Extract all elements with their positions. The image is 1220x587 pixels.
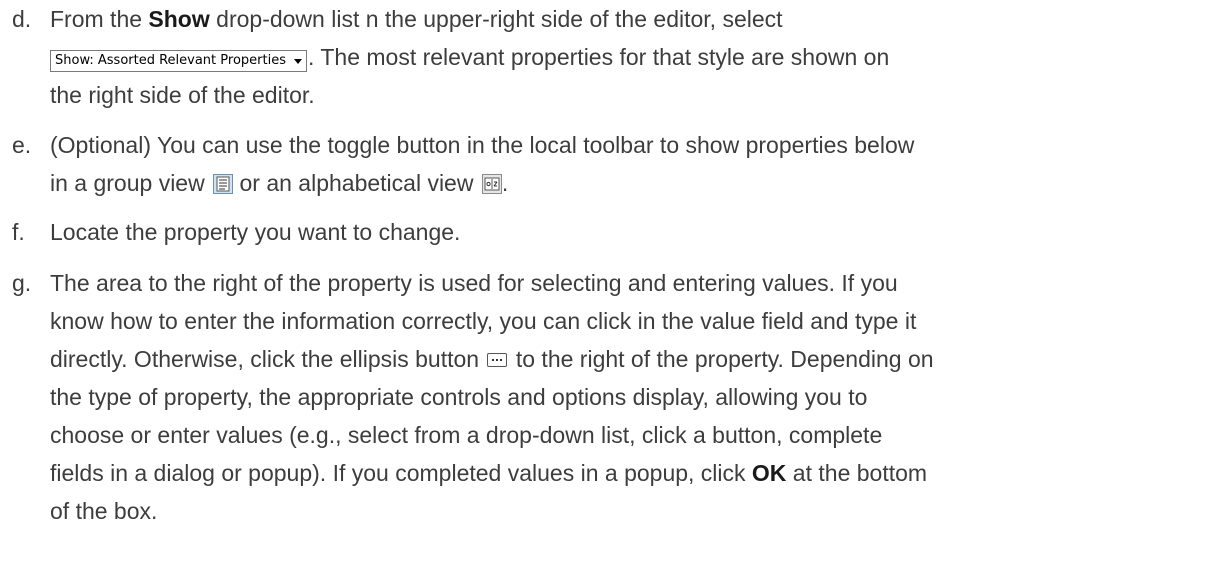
step-body: The area to the right of the property is… (50, 264, 1200, 530)
text-run: . The most relevant properties for that … (307, 44, 890, 70)
ui-term-ok: OK (751, 460, 787, 486)
alphabetical-view-icon (481, 174, 502, 194)
text-run: directly. Otherwise, click the ellipsis … (50, 346, 486, 372)
step-marker: e. (12, 132, 32, 158)
text-run: drop-down list n the upper-right side of… (209, 6, 783, 32)
step-line: From the Show drop-down list n the upper… (50, 0, 1200, 38)
step-body: (Optional) You can use the toggle button… (50, 126, 1200, 202)
step-body: From the Show drop-down list n the upper… (50, 0, 1200, 114)
ellipsis-button-icon (487, 353, 508, 367)
step-line: the type of property, the appropriate co… (50, 384, 868, 410)
step-body: Locate the property you want to change. (50, 213, 1200, 251)
show-dropdown-screenshot: Show: Assorted Relevant Properties (50, 50, 307, 72)
text-run: fields in a dialog or popup). If you com… (50, 460, 752, 486)
ui-term-show: Show (148, 6, 210, 32)
step-marker: g. (12, 270, 32, 296)
chevron-down-icon (293, 58, 302, 64)
text-run: From the (50, 6, 149, 32)
step-line: The area to the right of the property is… (50, 270, 898, 296)
step-line: the right side of the editor. (50, 82, 315, 108)
step-line: choose or enter values (e.g., select fro… (50, 422, 883, 448)
group-view-icon (213, 174, 234, 194)
step-marker: d. (12, 6, 32, 32)
text-run: at the bottom (786, 460, 928, 486)
step-line: Locate the property you want to change. (50, 219, 461, 245)
text-run: or an alphabetical view (233, 170, 480, 196)
text-run: . (501, 170, 509, 196)
step-line: fields in a dialog or popup). If you com… (50, 454, 1200, 492)
step-line: know how to enter the information correc… (50, 308, 917, 334)
step-line: Show: Assorted Relevant Properties . The … (50, 38, 1200, 76)
text-run: to the right of the property. Depending … (509, 346, 934, 372)
step-line: directly. Otherwise, click the ellipsis … (50, 340, 1200, 378)
step-line: of the box. (50, 498, 158, 524)
step-line: in a group view or an alphabetical view (50, 164, 1200, 202)
text-run: in a group view (50, 170, 212, 196)
step-line: (Optional) You can use the toggle button… (50, 132, 915, 158)
instruction-document: d. From the Show drop-down list n the up… (0, 0, 1220, 587)
step-marker: f. (12, 219, 25, 245)
dropdown-label: Show: Assorted Relevant Properties (55, 53, 286, 68)
